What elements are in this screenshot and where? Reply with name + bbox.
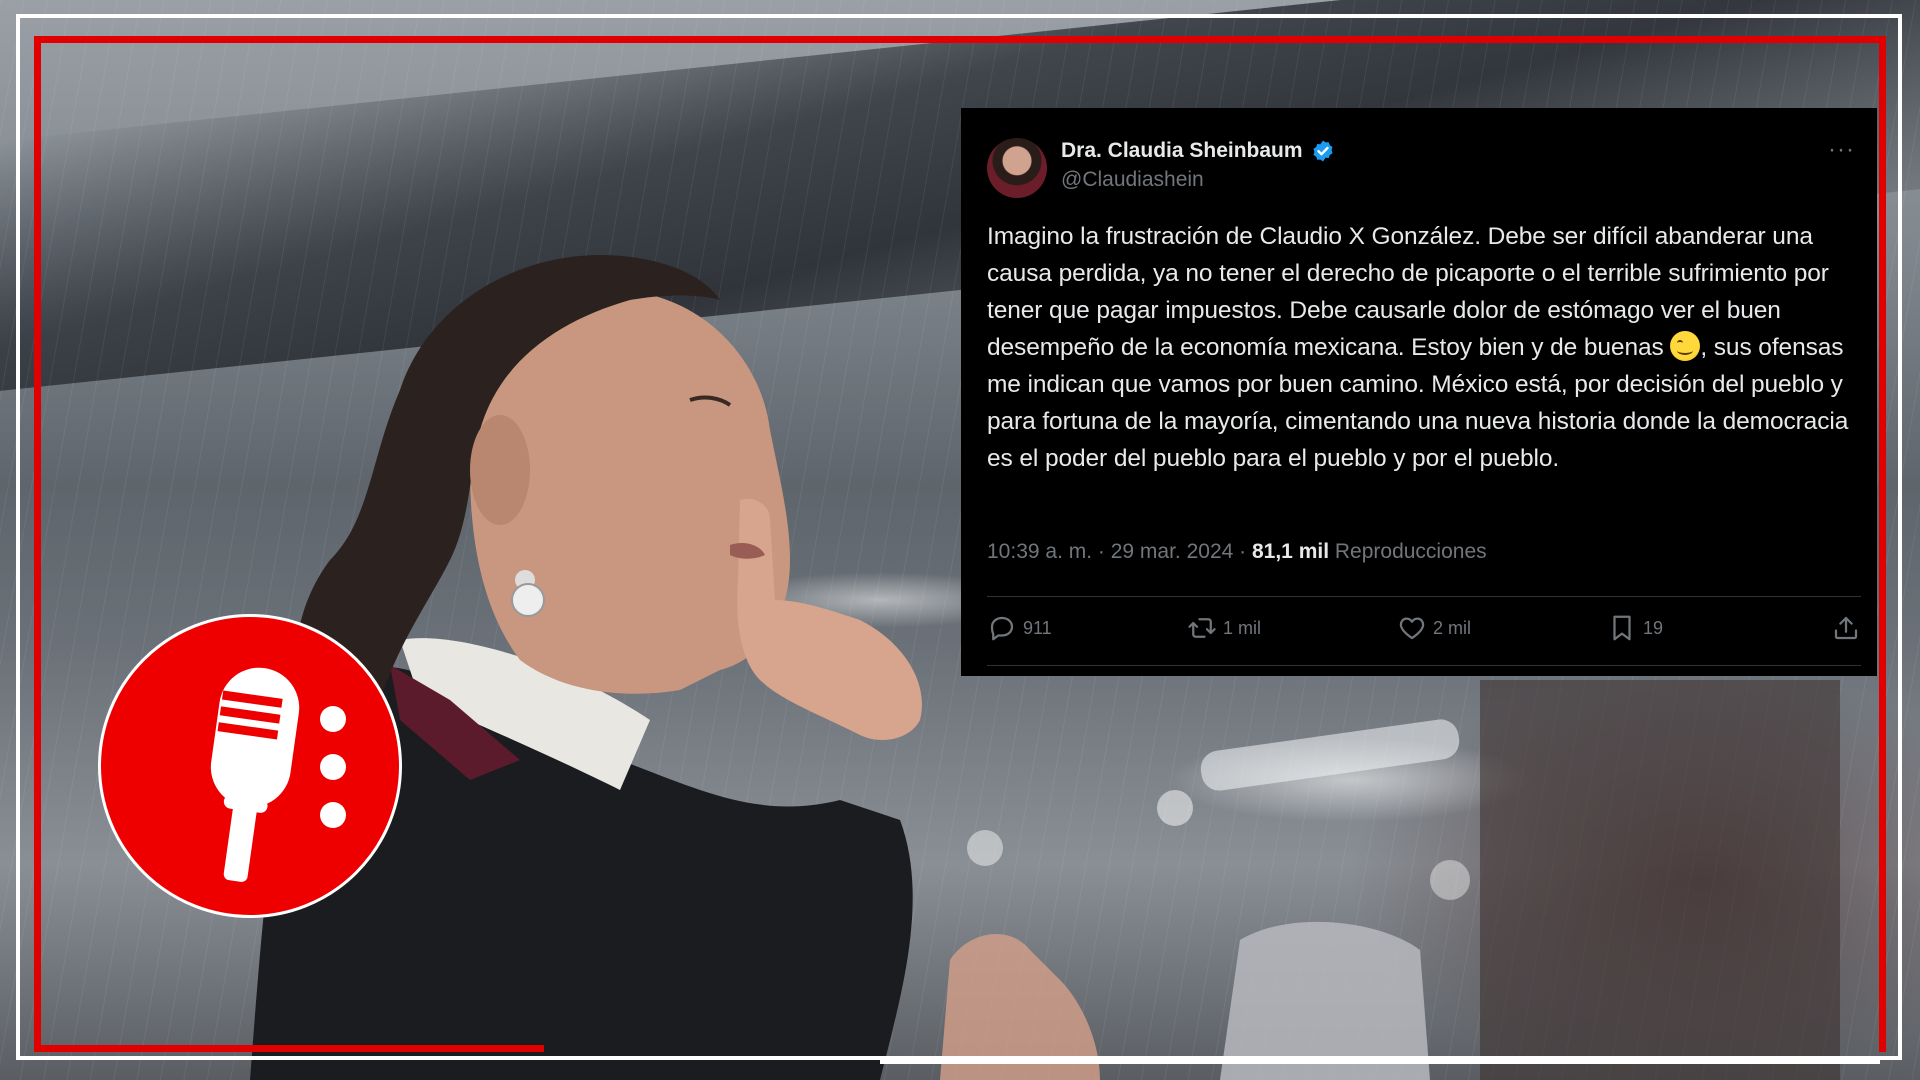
red-frame-top [34,36,1886,43]
tweet-meta: 10:39 a. m. · 29 mar. 2024 · 81,1 mil Re… [987,540,1487,564]
tweet-text: Imagino la frustración de Claudio X Gonz… [987,218,1867,477]
divider [987,596,1861,597]
more-options-icon[interactable]: ··· [1828,136,1855,164]
smiling-face-emoji-icon [1670,331,1701,361]
tweet-actions: 911 1 mil 2 mil 19 [987,613,1861,653]
microphone-logo-icon [98,614,402,918]
bookmark-count: 19 [1643,617,1664,638]
bookmark-button[interactable]: 19 [1607,613,1663,643]
repost-icon [1188,618,1216,638]
repost-button[interactable]: 1 mil [1187,613,1261,643]
author-handle[interactable]: @Claudiashein [1061,168,1204,192]
verified-badge-icon [1313,140,1333,162]
like-button[interactable]: 2 mil [1397,613,1471,643]
reply-count: 911 [1023,617,1052,638]
reply-icon [990,616,1014,641]
tweet-card[interactable]: Dra. Claudia Sheinbaum @Claudiashein ···… [961,108,1877,676]
reply-button[interactable]: 911 [987,613,1052,643]
white-frame-bottom-bar [880,1058,1880,1064]
author-row: Dra. Claudia Sheinbaum [1061,139,1335,163]
avatar[interactable] [987,138,1047,198]
repost-count: 1 mil [1223,617,1262,638]
tweet-timestamp[interactable]: 10:39 a. m. · 29 mar. 2024 · [987,540,1252,563]
author-name[interactable]: Dra. Claudia Sheinbaum [1061,139,1303,163]
heart-icon [1399,617,1425,640]
views-label: Reproducciones [1329,540,1487,563]
share-icon [1834,616,1858,640]
divider-bottom [987,665,1861,666]
red-frame-right [1879,36,1886,1052]
views-count: 81,1 mil [1251,540,1330,563]
share-button[interactable] [1831,613,1861,643]
bookmark-icon [1613,615,1631,641]
red-frame-left [34,36,41,1052]
like-count: 2 mil [1433,617,1472,638]
red-frame-bottom [34,1045,544,1052]
